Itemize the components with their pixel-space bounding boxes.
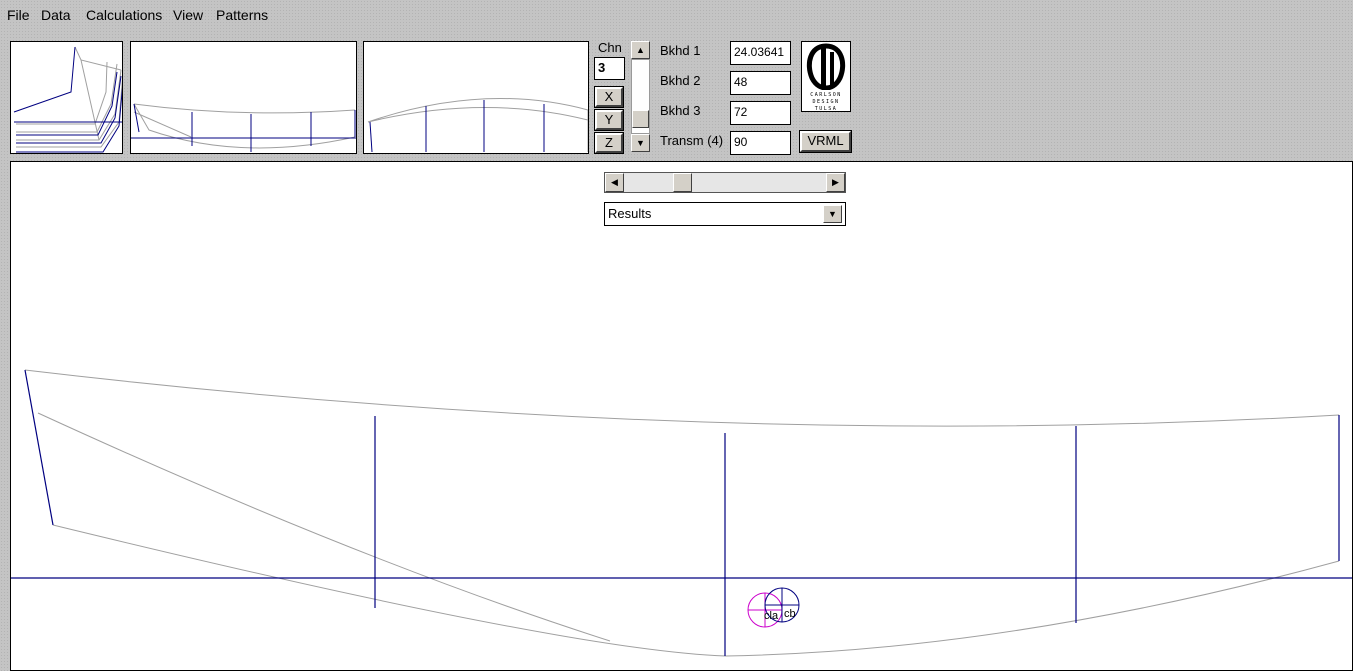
y-axis-button[interactable]: Y — [594, 109, 624, 131]
logo-mark — [806, 43, 846, 90]
chine-vertical-scrollbar[interactable] — [631, 59, 650, 134]
transom-label: Transm (4) — [660, 133, 724, 148]
profile-view-drawing — [131, 103, 356, 152]
logo-line-2: DESIGN — [812, 99, 840, 105]
transom-input[interactable]: 90 — [730, 131, 791, 155]
perspective-view-drawing — [13, 46, 122, 153]
carlson-design-logo: CARLSON DESIGN TULSA — [801, 41, 851, 112]
menu-data[interactable]: Data — [41, 7, 71, 23]
menu-bar: File Data Calculations View Patterns — [0, 0, 1353, 32]
x-axis-button[interactable]: X — [594, 86, 624, 108]
scroll-left-arrow-icon[interactable]: ◀ — [605, 173, 624, 192]
scroll-down-arrow-icon[interactable]: ▼ — [631, 134, 650, 152]
bulkhead-3-input[interactable]: 72 — [730, 101, 791, 125]
bulkhead-1-label: Bkhd 1 — [660, 43, 701, 58]
main-drawing-area[interactable]: cla cb ◀ ▶ Results ▼ — [10, 161, 1353, 671]
menu-calculations[interactable]: Calculations — [86, 7, 162, 23]
plan-view-drawing — [367, 98, 588, 153]
view-mode-select[interactable]: Results ▼ — [604, 202, 846, 226]
menu-view[interactable]: View — [173, 7, 203, 23]
chine-line — [52, 524, 1340, 657]
hull-section-drawing — [11, 369, 1352, 657]
stem-line — [24, 369, 54, 526]
bulkhead-1-input[interactable]: 24.03641 — [730, 41, 791, 65]
menu-file[interactable]: File — [7, 7, 30, 23]
vertical-scroll-thumb[interactable] — [632, 110, 649, 128]
logo-line-3: TULSA — [814, 106, 838, 112]
cb-label: cb — [784, 608, 796, 620]
plan-view-thumbnail[interactable] — [363, 41, 589, 154]
sheer-line — [24, 369, 1340, 427]
horizontal-scroll-thumb[interactable] — [673, 173, 692, 192]
cla-label: cla — [764, 610, 779, 622]
menu-patterns[interactable]: Patterns — [216, 7, 268, 23]
bulkhead-2-label: Bkhd 2 — [660, 73, 701, 88]
vrml-button[interactable]: VRML — [799, 130, 852, 153]
chine-label: Chn — [598, 40, 622, 55]
chevron-down-icon[interactable]: ▼ — [823, 205, 842, 223]
logo-line-1: CARLSON — [810, 92, 842, 98]
bulkhead-3-label: Bkhd 3 — [660, 103, 701, 118]
scroll-up-arrow-icon[interactable]: ▲ — [631, 41, 650, 59]
profile-view-thumbnail[interactable] — [130, 41, 357, 154]
bulkhead-2-input[interactable]: 48 — [730, 71, 791, 95]
chine-input[interactable]: 3 — [594, 57, 625, 80]
keel-line — [37, 412, 611, 642]
z-axis-button[interactable]: Z — [594, 132, 624, 154]
view-mode-selected: Results — [608, 206, 652, 221]
perspective-view-thumbnail[interactable] — [10, 41, 123, 154]
horizontal-scrollbar[interactable]: ◀ ▶ — [604, 172, 846, 193]
scroll-right-arrow-icon[interactable]: ▶ — [826, 173, 845, 192]
